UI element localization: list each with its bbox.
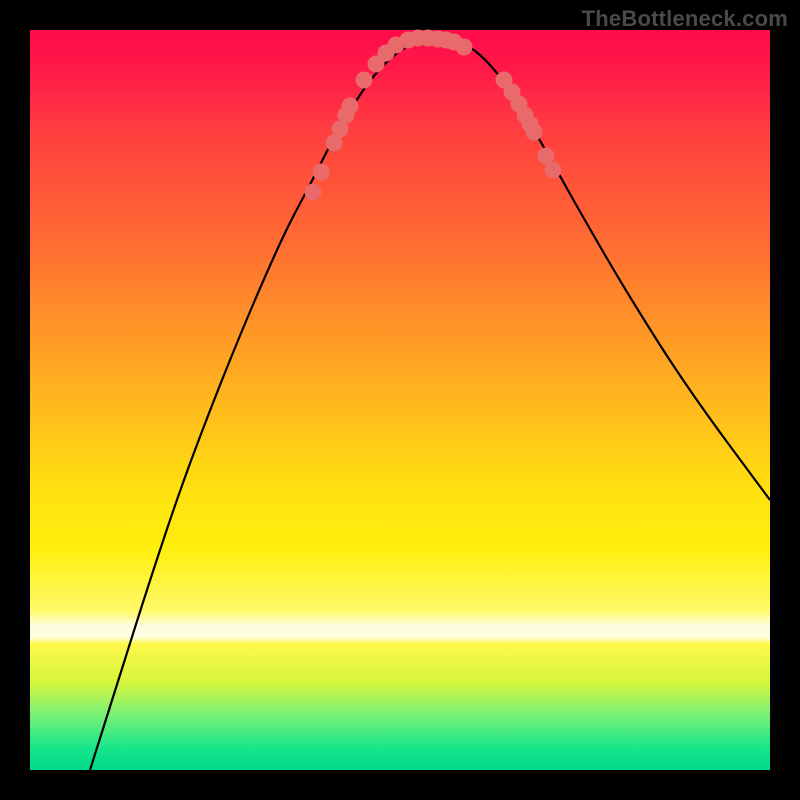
curve-marker [526, 124, 543, 141]
curve-marker [342, 98, 359, 115]
plot-area [30, 30, 770, 770]
curve-marker [456, 39, 473, 56]
curve-marker [313, 164, 330, 181]
chart-frame: TheBottleneck.com [0, 0, 800, 800]
curve-marker [356, 72, 373, 89]
chart-svg [30, 30, 770, 770]
bottleneck-curve-path [90, 39, 770, 770]
watermark-text: TheBottleneck.com [582, 6, 788, 32]
curve-marker [305, 184, 322, 201]
curve-marker [545, 162, 562, 179]
curve-markers [305, 30, 562, 201]
